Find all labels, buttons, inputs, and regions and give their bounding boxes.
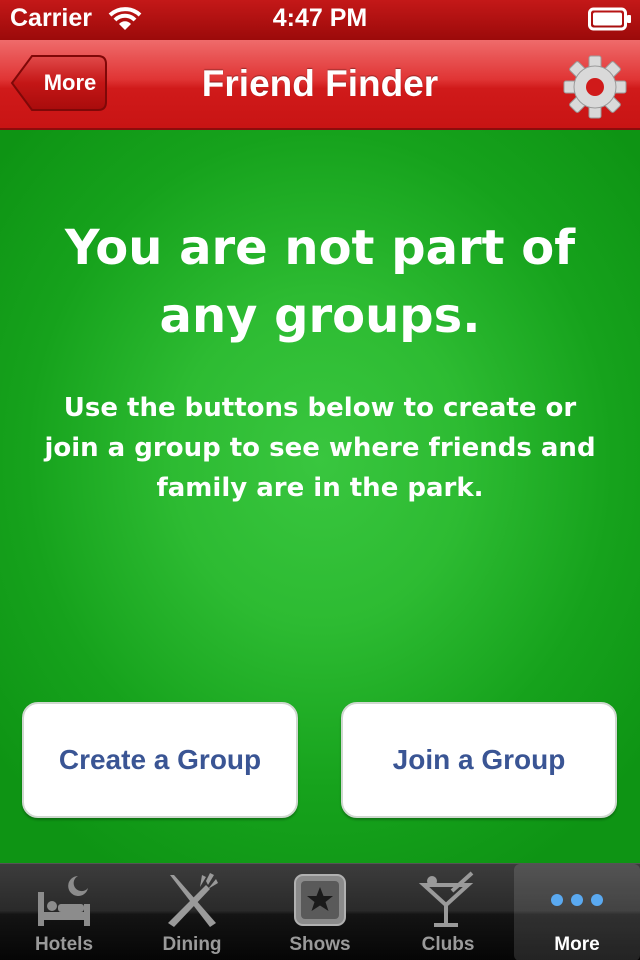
back-button-label: More <box>43 70 97 95</box>
battery-icon <box>588 7 632 35</box>
bed-icon <box>0 870 128 930</box>
tab-label: More <box>554 934 600 955</box>
tab-more[interactable]: More <box>514 864 640 960</box>
gear-icon[interactable] <box>562 54 628 120</box>
tab-shows[interactable]: Shows <box>256 864 384 960</box>
tab-clubs[interactable]: Clubs <box>384 864 512 960</box>
back-button[interactable]: More <box>10 54 108 112</box>
tab-label: Clubs <box>421 934 475 955</box>
empty-state-description: Use the buttons below to create or join … <box>44 393 596 503</box>
tab-label: Dining <box>162 934 222 955</box>
join-group-button[interactable]: Join a Group <box>341 702 617 818</box>
more-dots-icon <box>514 870 640 930</box>
tab-bar: Hotels Dining Shows Clubs More <box>0 863 640 960</box>
app-screen: Carrier 4:47 PM More Friend Finder You a… <box>0 0 640 960</box>
star-icon <box>256 870 384 930</box>
tab-label: Shows <box>289 934 351 955</box>
empty-state-headline: You are not part of any groups. <box>64 220 576 344</box>
navigation-bar: More Friend Finder <box>0 40 640 130</box>
status-bar: Carrier 4:47 PM <box>0 0 640 40</box>
fork-knife-icon <box>128 870 256 930</box>
create-group-button[interactable]: Create a Group <box>22 702 298 818</box>
main-content: You are not part of any groups. Use the … <box>0 130 640 863</box>
tab-dining[interactable]: Dining <box>128 864 256 960</box>
clock: 4:47 PM <box>272 4 368 32</box>
tab-label: Hotels <box>34 934 94 955</box>
tab-hotels[interactable]: Hotels <box>0 864 128 960</box>
cocktail-icon <box>384 870 512 930</box>
page-title: Friend Finder <box>201 63 439 104</box>
